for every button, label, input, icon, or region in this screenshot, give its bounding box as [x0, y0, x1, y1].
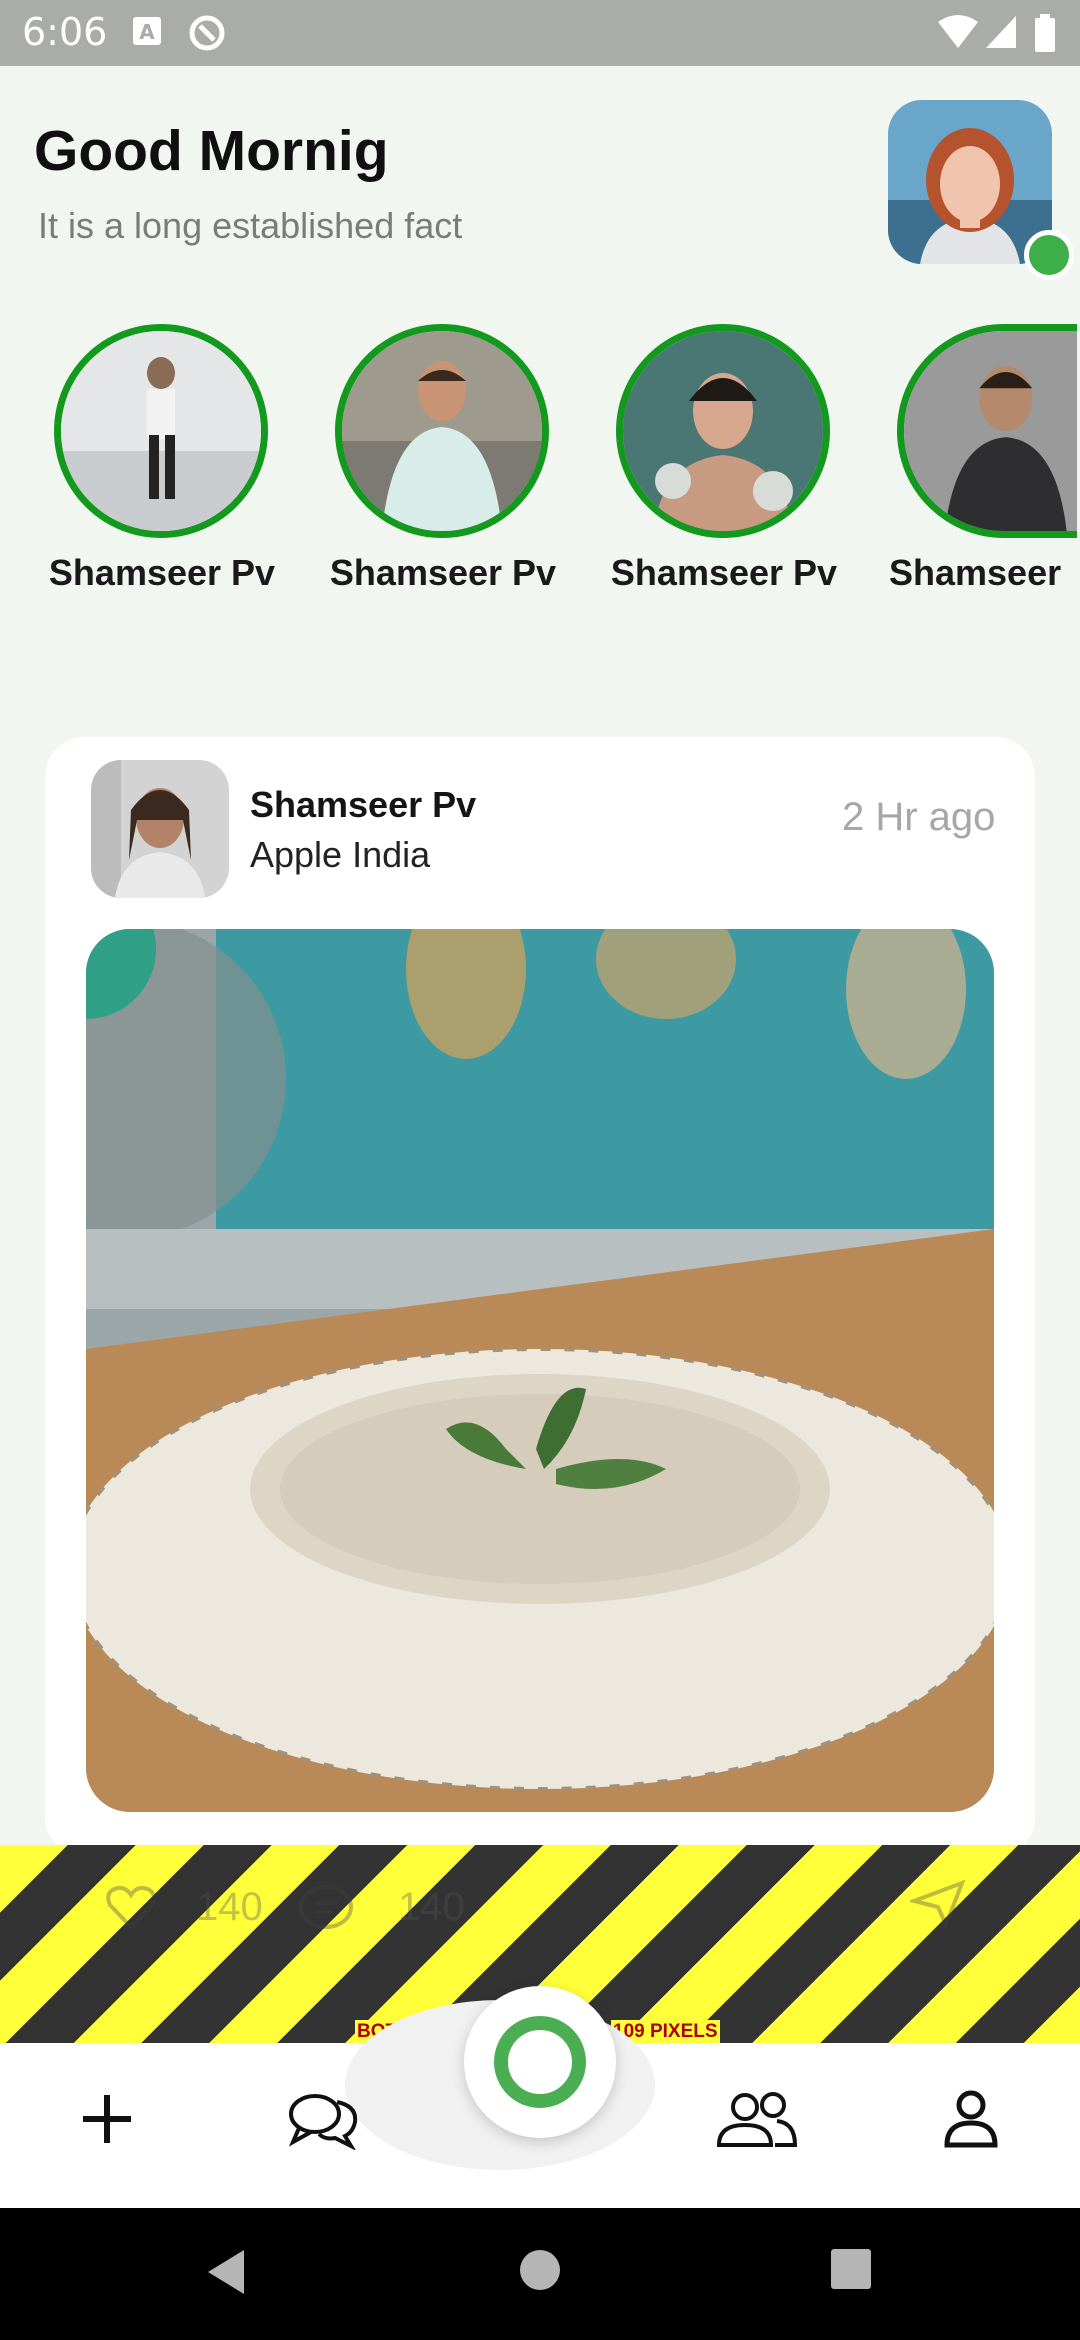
- groups-button[interactable]: [712, 2074, 802, 2164]
- story-name: Shamseer Pv: [610, 552, 838, 593]
- status-time: 6:06: [22, 10, 108, 54]
- online-status-dot: [1024, 230, 1074, 280]
- plus-icon: [83, 2095, 131, 2143]
- profile-button[interactable]: [926, 2074, 1016, 2164]
- battery-icon: [1034, 14, 1056, 57]
- record-icon: [494, 2016, 586, 2108]
- post-timestamp: 2 Hr ago: [842, 795, 996, 839]
- wifi-icon: [936, 14, 980, 55]
- story-name: Shamseer: [889, 552, 1062, 593]
- status-bar: 6:06 A: [0, 0, 1080, 66]
- like-icon: [106, 1885, 156, 1939]
- chat-button[interactable]: [278, 2074, 368, 2164]
- likes-count: 140: [196, 1885, 263, 1929]
- user-avatar[interactable]: [888, 100, 1052, 264]
- add-button[interactable]: [62, 2074, 152, 2164]
- page-title: Good Mornig: [34, 119, 389, 183]
- story-name: Shamseer Pv: [48, 552, 276, 593]
- post-author-name[interactable]: Shamseer Pv: [250, 784, 476, 826]
- record-button[interactable]: [464, 1986, 616, 2138]
- sync-notification-icon: [188, 14, 226, 57]
- story-avatar[interactable]: [54, 324, 268, 538]
- svg-text:A: A: [139, 20, 155, 44]
- recents-icon[interactable]: [830, 2248, 872, 2295]
- page-subtitle: It is a long established fact: [38, 205, 463, 246]
- home-icon[interactable]: [518, 2248, 562, 2297]
- group-icon: [716, 2092, 798, 2147]
- cell-signal-icon: [984, 14, 1018, 55]
- comment-icon: [298, 1883, 354, 1943]
- story-avatar[interactable]: [897, 324, 1077, 538]
- story-name: Shamseer Pv: [329, 552, 557, 593]
- post-author-company: Apple India: [250, 834, 431, 875]
- story-avatar[interactable]: [616, 324, 830, 538]
- keyboard-notification-icon: A: [130, 14, 164, 53]
- profile-icon: [944, 2090, 998, 2148]
- post-image[interactable]: [86, 929, 994, 1812]
- back-icon[interactable]: [204, 2248, 248, 2301]
- chat-icon: [288, 2094, 358, 2150]
- share-icon: [907, 1879, 966, 1939]
- story-avatar[interactable]: [335, 324, 549, 538]
- post-author-avatar[interactable]: [91, 760, 229, 898]
- comments-count: 140: [398, 1885, 465, 1929]
